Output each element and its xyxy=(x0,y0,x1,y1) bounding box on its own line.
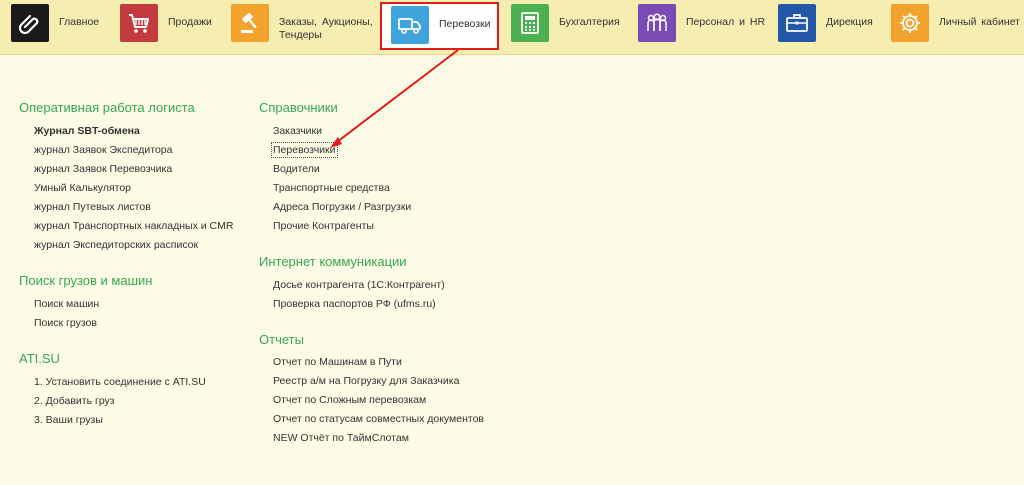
link-ati-connect[interactable]: 1. Установить соединение с ATI.SU xyxy=(34,376,206,388)
link-forwarder-receipts[interactable]: журнал Экспедиторских расписок xyxy=(34,239,198,251)
group-title-refs: Справочники xyxy=(259,100,338,115)
briefcase-icon xyxy=(778,4,816,42)
group-title-ops: Оперативная работа логиста xyxy=(19,100,195,115)
link-waybills[interactable]: журнал Путевых листов xyxy=(34,201,151,213)
link-report-doc-status[interactable]: Отчет по статусам совместных документов xyxy=(273,413,484,425)
section-account[interactable]: Личный кабинет xyxy=(891,4,1020,50)
section-accounting[interactable]: Бухгалтерия xyxy=(511,4,620,50)
section-directorate-label: Дирекция xyxy=(826,16,873,28)
link-report-vehicles-en-route[interactable]: Отчет по Машинам в Пути xyxy=(273,356,402,368)
link-ati-add-cargo[interactable]: 2. Добавить груз xyxy=(34,395,115,407)
section-sales-label: Продажи xyxy=(168,16,212,28)
section-orders-label: Заказы, Аукционы, Тендеры xyxy=(279,16,373,41)
section-panel: Главное Продажи Заказы, Аукционы, Тендер… xyxy=(0,0,1024,55)
link-addresses[interactable]: Адреса Погрузки / Разгрузки xyxy=(273,201,411,213)
group-title-reports: Отчеты xyxy=(259,332,304,347)
link-transport-invoices[interactable]: журнал Транспортных накладных и CMR xyxy=(34,220,233,232)
section-directorate[interactable]: Дирекция xyxy=(778,4,873,50)
section-hr[interactable]: Персонал и HR xyxy=(638,4,765,50)
link-report-timeslots[interactable]: NEW Отчёт по ТаймСлотам xyxy=(273,432,409,444)
link-report-loading-register[interactable]: Реестр а/м на Погрузку для Заказчика xyxy=(273,375,459,387)
link-forwarder-orders[interactable]: журнал Заявок Экспедитора xyxy=(34,144,172,156)
link-report-complex[interactable]: Отчет по Сложным перевозкам xyxy=(273,394,426,406)
link-vehicles[interactable]: Транспортные средства xyxy=(273,182,390,194)
section-sales[interactable]: Продажи xyxy=(120,4,212,50)
link-ati-your-cargo[interactable]: 3. Ваши грузы xyxy=(34,414,103,426)
link-customers[interactable]: Заказчики xyxy=(273,125,322,137)
link-search-vehicles[interactable]: Поиск машин xyxy=(34,298,99,310)
link-other-counterparties[interactable]: Прочие Контрагенты xyxy=(273,220,374,232)
group-title-search: Поиск грузов и машин xyxy=(19,273,153,288)
link-sbt-journal[interactable]: Журнал SBT-обмена xyxy=(34,125,140,137)
section-transport-label: Перевозки xyxy=(439,18,491,30)
shopping-cart-icon xyxy=(120,4,158,42)
link-smart-calculator[interactable]: Умный Калькулятор xyxy=(34,182,131,194)
link-carrier-orders[interactable]: журнал Заявок Перевозчика xyxy=(34,163,172,175)
section-orders[interactable]: Заказы, Аукционы, Тендеры xyxy=(231,4,373,50)
group-title-ati: ATI.SU xyxy=(19,351,60,366)
section-account-label: Личный кабинет xyxy=(939,16,1020,28)
link-carriers[interactable]: Перевозчики xyxy=(271,142,338,158)
group-title-internet: Интернет коммуникации xyxy=(259,254,407,269)
link-counterparty-dossier[interactable]: Досье контрагента (1С:Контрагент) xyxy=(273,279,445,291)
section-transport[interactable]: Перевозки xyxy=(380,2,499,50)
section-accounting-label: Бухгалтерия xyxy=(559,16,620,28)
section-hr-label: Персонал и HR xyxy=(686,16,766,28)
link-drivers[interactable]: Водители xyxy=(273,163,320,175)
section-main-label: Главное xyxy=(59,16,100,28)
section-main[interactable]: Главное xyxy=(11,4,99,50)
truck-icon xyxy=(391,6,429,44)
link-search-cargo[interactable]: Поиск грузов xyxy=(34,317,97,329)
gear-icon xyxy=(891,4,929,42)
calculator-icon xyxy=(511,4,549,42)
people-icon xyxy=(638,4,676,42)
link-passport-check[interactable]: Проверка паспортов РФ (ufms.ru) xyxy=(273,298,436,310)
paperclip-icon xyxy=(11,4,49,42)
gavel-icon xyxy=(231,4,269,42)
section-content: Оперативная работа логиста Журнал SBT-об… xyxy=(0,56,1024,485)
